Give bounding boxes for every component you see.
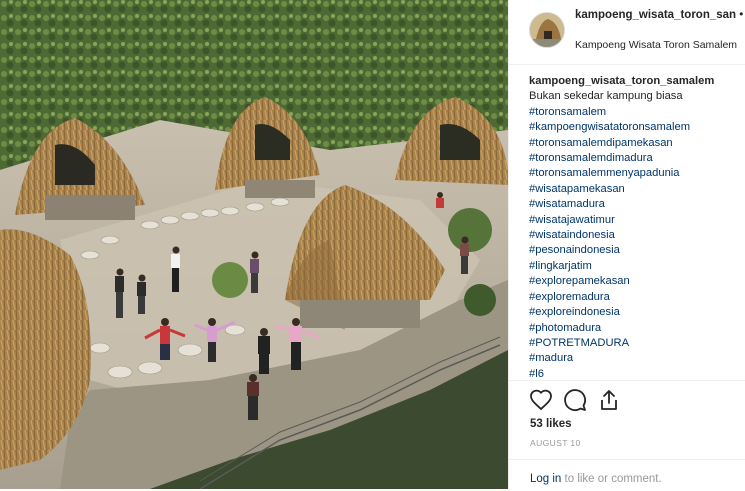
likes-count[interactable]: 53 likes [530, 418, 572, 430]
hashtag-link[interactable]: #photomadura [529, 321, 745, 336]
hashtag-link[interactable]: #lingkarjatim [529, 259, 745, 274]
login-prompt-text: to like or comment. [561, 473, 662, 485]
hashtag-link[interactable]: #l6 [529, 367, 745, 378]
hashtag-link[interactable]: #pesonaindonesia [529, 243, 745, 258]
hashtag-link[interactable]: #wisatamadura [529, 197, 745, 212]
post-header: kampoeng_wisata_toron_san • F Kampoeng W… [509, 0, 745, 65]
caption-text: Bukan sekedar kampung biasa [529, 90, 683, 103]
hashtag-link[interactable]: #madura [529, 351, 745, 366]
hashtag-link[interactable]: #explorepamekasan [529, 274, 745, 289]
comment-icon[interactable] [563, 388, 587, 412]
share-icon[interactable] [597, 388, 621, 412]
hashtag-link[interactable]: #toronsamalem [529, 105, 745, 120]
hashtag-link[interactable]: #wisatapamekasan [529, 182, 745, 197]
hashtag-link[interactable]: #kampoengwisatatoronsamalem [529, 120, 745, 135]
caption-username[interactable]: kampoeng_wisata_toron_samalem [529, 75, 714, 87]
post-location[interactable]: Kampoeng Wisata Toron Samalem [575, 39, 737, 51]
username-separator: • [739, 9, 744, 21]
post-username[interactable]: kampoeng_wisata_toron_san • F [575, 9, 745, 21]
hashtag-link[interactable]: #toronsamalemdipamekasan [529, 136, 745, 151]
post-actions: 53 likes AUGUST 10 Log in to like or com… [509, 380, 745, 490]
login-link[interactable]: Log in [530, 473, 561, 485]
hashtag-list: #toronsamalem #kampoengwisatatoronsamale… [529, 105, 745, 378]
avatar[interactable] [529, 12, 565, 48]
post-side-panel: kampoeng_wisata_toron_san • F Kampoeng W… [508, 0, 745, 489]
login-prompt: Log in to like or comment. [509, 459, 745, 491]
post-caption: kampoeng_wisata_toron_samalem Bukan seke… [529, 74, 745, 378]
post-date: AUGUST 10 [530, 438, 581, 448]
heart-icon[interactable] [529, 388, 553, 412]
hashtag-link[interactable]: #exploreindonesia [529, 305, 745, 320]
avatar-image [530, 13, 564, 47]
hashtag-link[interactable]: #POTRETMADURA [529, 336, 745, 351]
post-photo[interactable] [0, 0, 508, 489]
hashtag-link[interactable]: #wisatajawatimur [529, 213, 745, 228]
hashtag-link[interactable]: #exploremadura [529, 290, 745, 305]
username-text[interactable]: kampoeng_wisata_toron_san [575, 9, 736, 21]
village-aerial-image [0, 0, 508, 489]
hashtag-link[interactable]: #toronsamalemdimadura [529, 151, 745, 166]
hashtag-link[interactable]: #toronsamalemmenyapadunia [529, 166, 745, 181]
hashtag-link[interactable]: #wisataindonesia [529, 228, 745, 243]
